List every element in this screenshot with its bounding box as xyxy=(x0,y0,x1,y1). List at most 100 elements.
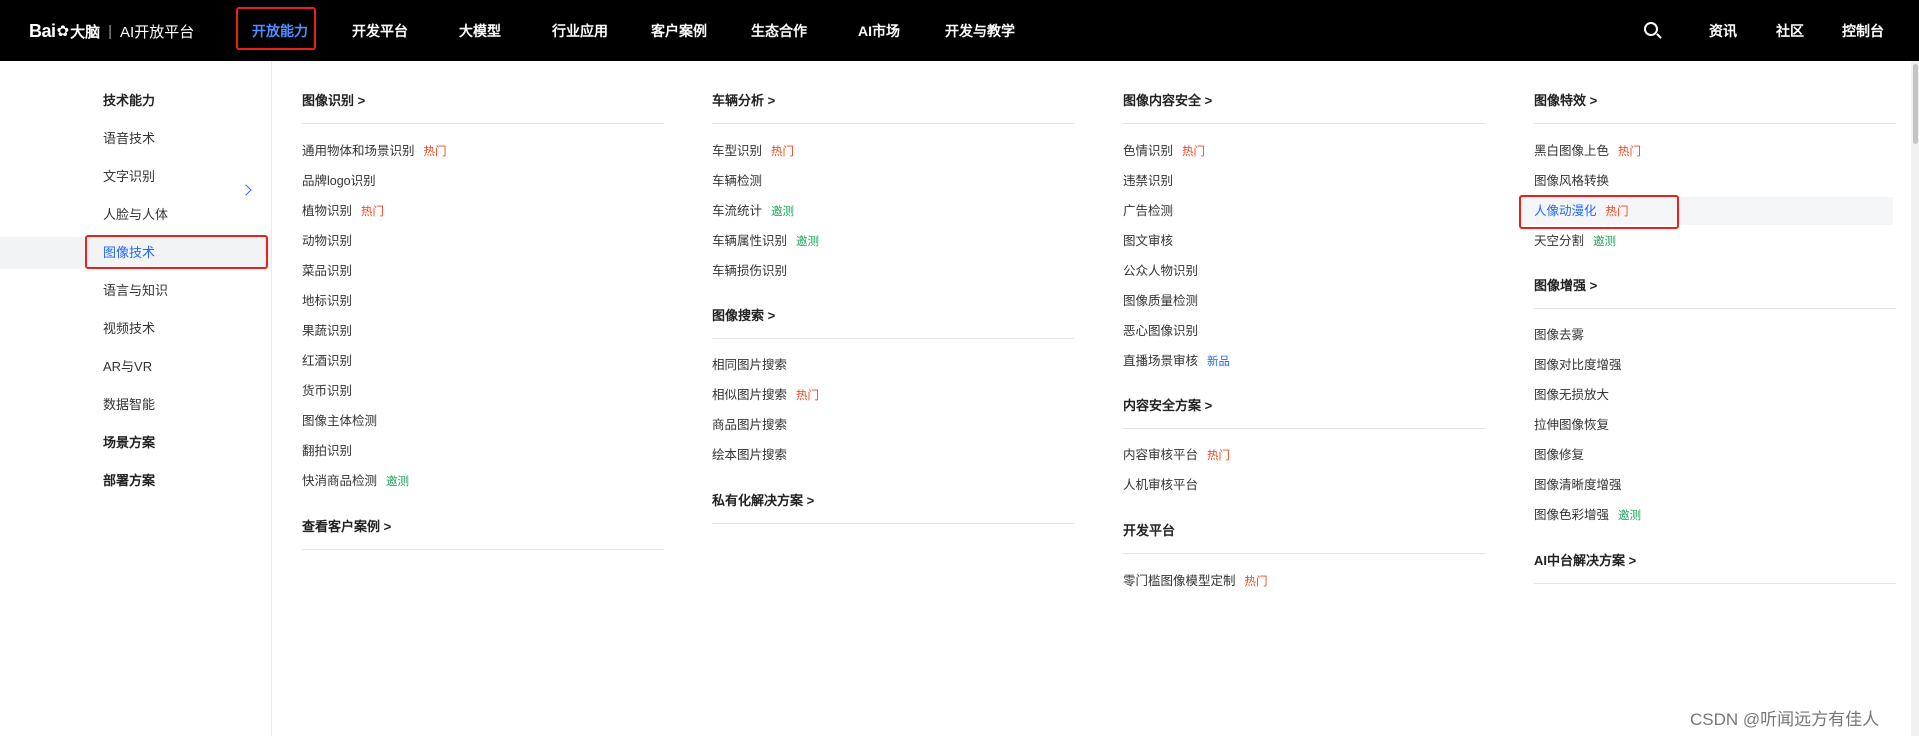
section-title-private-solutions[interactable]: 私有化解决方案 > xyxy=(712,491,814,511)
hot-badge: 热门 xyxy=(1618,146,1642,158)
section-title-image-effects[interactable]: 图像特效 > xyxy=(1534,91,1597,111)
hot-badge: 热门 xyxy=(796,390,820,402)
menu-link[interactable]: 直播场景审核 新品 xyxy=(1123,351,1230,371)
hot-badge: 热门 xyxy=(423,146,447,158)
section-title-content-security[interactable]: 图像内容安全 > xyxy=(1123,91,1212,111)
menu-link[interactable]: 动物识别 xyxy=(302,231,352,251)
nav-item-industry[interactable]: 行业应用 xyxy=(552,18,608,44)
nav-item-dev-teaching[interactable]: 开发与教学 xyxy=(945,18,1015,44)
menu-link[interactable]: 色情识别 热门 xyxy=(1123,141,1205,161)
menu-link[interactable]: 广告检测 xyxy=(1123,201,1173,221)
nav-item-community[interactable]: 社区 xyxy=(1776,18,1804,44)
menu-link[interactable]: 内容审核平台 热门 xyxy=(1123,445,1230,465)
menu-link[interactable]: 图像清晰度增强 xyxy=(1534,475,1622,495)
menu-link[interactable]: 菜品识别 xyxy=(302,261,352,281)
menu-link[interactable]: 车流统计 邀测 xyxy=(712,201,794,221)
menu-link[interactable]: 翻拍识别 xyxy=(302,441,352,461)
menu-link[interactable]: 车辆检测 xyxy=(712,171,762,191)
menu-link[interactable]: 通用物体和场景识别 热门 xyxy=(302,141,447,161)
section-divider xyxy=(1123,428,1485,429)
menu-link[interactable]: 地标识别 xyxy=(302,291,352,311)
menu-link[interactable]: 快消商品检测 邀测 xyxy=(302,471,409,491)
sidebar-item-language[interactable]: 语言与知识 xyxy=(103,280,168,302)
logo-du: 大脑 xyxy=(70,23,101,41)
menu-link[interactable]: 图像质量检测 xyxy=(1123,291,1198,311)
sidebar-item-data-intelligence[interactable]: 数据智能 xyxy=(103,394,155,416)
section-title-image-enhancement[interactable]: 图像增强 > xyxy=(1534,276,1597,296)
hot-badge: 热门 xyxy=(1244,576,1268,588)
sidebar-item-scenario-solutions[interactable]: 场景方案 xyxy=(103,432,155,454)
section-divider xyxy=(1534,583,1896,584)
menu-link[interactable]: 人机审核平台 xyxy=(1123,475,1198,495)
section-title-dev-platform[interactable]: 开发平台 xyxy=(1123,521,1175,541)
menu-link[interactable]: 果蔬识别 xyxy=(302,321,352,341)
section-divider xyxy=(712,123,1074,124)
sidebar-item-ar-vr[interactable]: AR与VR xyxy=(103,356,152,378)
beta-badge: 邀测 xyxy=(771,206,795,218)
menu-link[interactable]: 公众人物识别 xyxy=(1123,261,1198,281)
menu-link-anime-portrait[interactable]: 人像动漫化 热门 xyxy=(1534,201,1629,221)
menu-link[interactable]: 图像风格转换 xyxy=(1534,171,1609,191)
menu-link[interactable]: 天空分割 邀测 xyxy=(1534,231,1616,251)
menu-link[interactable]: 植物识别 热门 xyxy=(302,201,384,221)
menu-link[interactable]: 车辆损伤识别 xyxy=(712,261,787,281)
logo-separator: | xyxy=(108,22,113,40)
section-divider xyxy=(1123,123,1485,124)
beta-badge: 邀测 xyxy=(1618,510,1642,522)
menu-link[interactable]: 黑白图像上色 热门 xyxy=(1534,141,1641,161)
menu-link[interactable]: 恶心图像识别 xyxy=(1123,321,1198,341)
scrollbar-track[interactable] xyxy=(1911,61,1919,736)
nav-item-ai-market[interactable]: AI市场 xyxy=(858,18,900,44)
sidebar-item-face-body[interactable]: 人脸与人体 xyxy=(103,204,168,226)
menu-link[interactable]: 品牌logo识别 xyxy=(302,171,376,191)
section-title-image-search[interactable]: 图像搜索 > xyxy=(712,306,775,326)
sidebar-item-tech-capabilities[interactable]: 技术能力 xyxy=(103,90,155,112)
hot-badge: 热门 xyxy=(1207,450,1231,462)
menu-link[interactable]: 拉伸图像恢复 xyxy=(1534,415,1609,435)
menu-link[interactable]: 违禁识别 xyxy=(1123,171,1173,191)
menu-link[interactable]: 商品图片搜索 xyxy=(712,415,787,435)
section-title-customer-cases[interactable]: 查看客户案例 > xyxy=(302,517,391,537)
menu-link[interactable]: 车型识别 热门 xyxy=(712,141,794,161)
paw-icon: ✿ xyxy=(56,23,70,40)
sidebar-item-video[interactable]: 视频技术 xyxy=(103,318,155,340)
section-title-security-solutions[interactable]: 内容安全方案 > xyxy=(1123,396,1212,416)
nav-item-customer-cases[interactable]: 客户案例 xyxy=(651,18,707,44)
menu-link[interactable]: 图像主体检测 xyxy=(302,411,377,431)
menu-link[interactable]: 货币识别 xyxy=(302,381,352,401)
menu-link[interactable]: 车辆属性识别 邀测 xyxy=(712,231,819,251)
nav-item-ecosystem[interactable]: 生态合作 xyxy=(751,18,807,44)
menu-link[interactable]: 图像修复 xyxy=(1534,445,1584,465)
menu-link[interactable]: 图文审核 xyxy=(1123,231,1173,251)
logo-bai: Bai xyxy=(29,20,56,41)
section-title-image-recognition[interactable]: 图像识别 > xyxy=(302,91,365,111)
section-divider xyxy=(712,338,1074,339)
section-title-vehicle-analysis[interactable]: 车辆分析 > xyxy=(712,91,775,111)
menu-link[interactable]: 图像对比度增强 xyxy=(1534,355,1622,375)
hot-badge: 热门 xyxy=(361,206,385,218)
nav-item-console[interactable]: 控制台 xyxy=(1842,18,1884,44)
section-divider xyxy=(712,523,1074,524)
nav-item-dev-platform[interactable]: 开发平台 xyxy=(352,18,408,44)
sidebar-item-deployment-solutions[interactable]: 部署方案 xyxy=(103,470,155,492)
sidebar-item-ocr[interactable]: 文字识别 xyxy=(103,166,155,188)
menu-link[interactable]: 红酒识别 xyxy=(302,351,352,371)
nav-item-news[interactable]: 资讯 xyxy=(1709,18,1737,44)
menu-link[interactable]: 相同图片搜索 xyxy=(712,355,787,375)
menu-link[interactable]: 相似图片搜索 热门 xyxy=(712,385,819,405)
nav-item-large-model[interactable]: 大模型 xyxy=(459,18,501,44)
nav-item-open-capabilities[interactable]: 开放能力 xyxy=(252,18,308,44)
sidebar-item-image-tech[interactable]: 图像技术 xyxy=(103,242,155,264)
menu-link[interactable]: 图像去雾 xyxy=(1534,325,1584,345)
beta-badge: 邀测 xyxy=(386,476,410,488)
menu-link[interactable]: 零门槛图像模型定制 热门 xyxy=(1123,571,1268,591)
new-badge: 新品 xyxy=(1207,356,1231,368)
menu-link[interactable]: 图像色彩增强 邀测 xyxy=(1534,505,1641,525)
section-title-ai-platform-solutions[interactable]: AI中台解决方案 > xyxy=(1534,551,1636,571)
menu-link[interactable]: 绘本图片搜索 xyxy=(712,445,787,465)
menu-link[interactable]: 图像无损放大 xyxy=(1534,385,1609,405)
sidebar-item-speech[interactable]: 语音技术 xyxy=(103,128,155,150)
scrollbar-thumb[interactable] xyxy=(1913,64,1918,144)
baidu-ai-logo[interactable]: Bai ✿ 大脑 | AI开放平台 xyxy=(29,17,194,45)
search-icon[interactable] xyxy=(1643,21,1663,41)
